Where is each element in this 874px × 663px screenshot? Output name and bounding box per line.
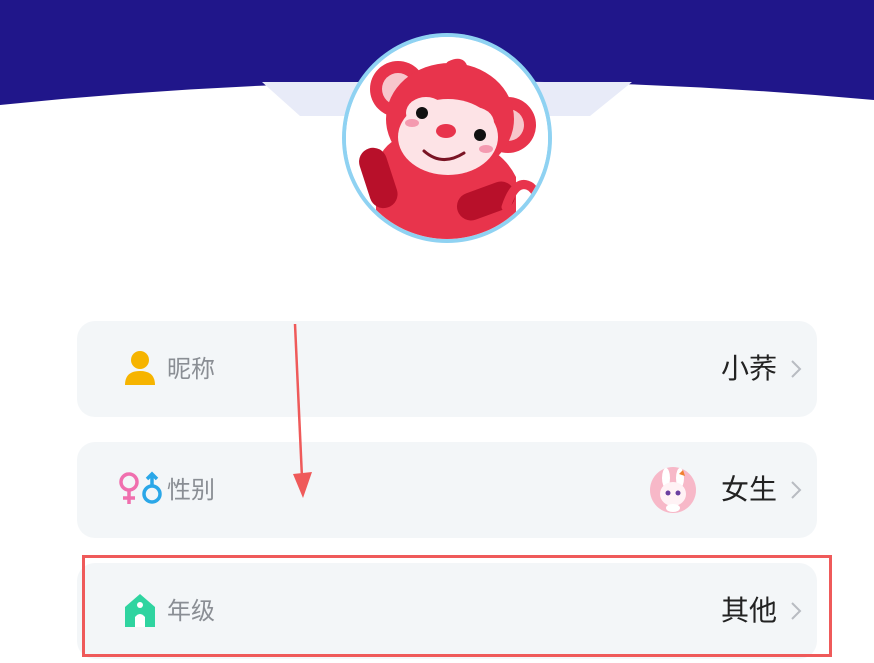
chevron-right-icon [791,602,802,620]
person-icon [125,351,155,385]
school-icon [125,594,155,627]
gender-row[interactable]: 性别 女生 [77,442,817,538]
bunny-girl-avatar-icon [650,467,696,513]
nickname-value: 小荞 [720,352,777,385]
chevron-right-icon [791,360,802,378]
gender-value: 女生 [720,473,777,506]
grade-label: 年级 [167,597,215,625]
monkey-avatar-icon [346,37,548,239]
chevron-right-icon [791,481,802,499]
profile-avatar[interactable] [342,33,552,243]
nickname-label: 昵称 [167,355,215,383]
grade-value: 其他 [720,594,777,627]
gender-icon [119,471,162,504]
gender-label: 性别 [167,476,215,504]
nickname-row[interactable]: 昵称 小荞 [77,321,817,417]
grade-row[interactable]: 年级 其他 [77,563,817,659]
